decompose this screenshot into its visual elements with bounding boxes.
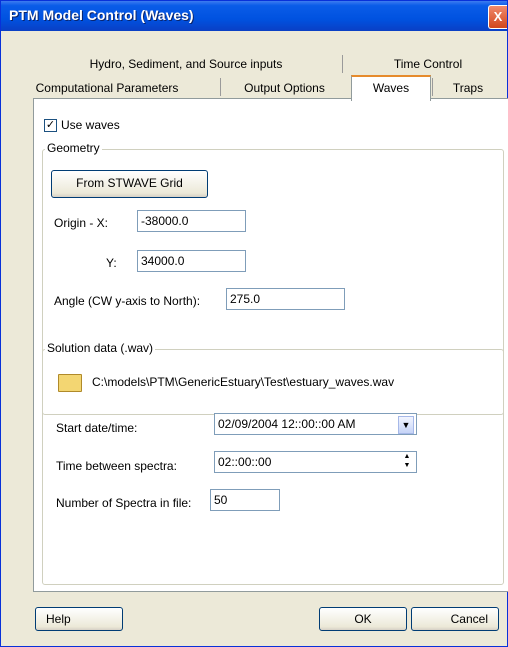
tab-traps[interactable]: Traps <box>439 78 497 98</box>
origin-y-label: Y: <box>106 256 117 270</box>
help-button[interactable]: Help <box>35 607 123 631</box>
waves-tab-page: ✓ Use waves Geometry From STWAVE Grid Or… <box>33 98 508 592</box>
tab-divider <box>342 55 343 73</box>
number-of-spectra-label: Number of Spectra in file: <box>56 496 192 510</box>
origin-x-label: Origin - X: <box>54 216 109 230</box>
tab-divider <box>432 78 433 96</box>
use-waves-label: Use waves <box>61 118 120 132</box>
tab-computational-parameters[interactable]: Computational Parameters <box>9 78 205 98</box>
cancel-button[interactable]: Cancel <box>411 607 499 631</box>
geometry-group-title: Geometry <box>45 141 102 155</box>
number-of-spectra-input[interactable]: 50 <box>210 489 280 511</box>
time-between-spectra-label: Time between spectra: <box>56 459 177 473</box>
folder-icon[interactable] <box>58 374 82 392</box>
angle-label: Angle (CW y-axis to North): <box>54 294 201 308</box>
start-datetime-label: Start date/time: <box>56 421 138 435</box>
title-bar[interactable]: PTM Model Control (Waves) X <box>1 1 507 31</box>
tab-time-control[interactable]: Time Control <box>353 54 503 74</box>
time-between-spectra-spinner[interactable]: 02::00::00 ▲ ▼ <box>214 451 417 473</box>
from-stwave-grid-button[interactable]: From STWAVE Grid <box>51 170 208 198</box>
use-waves-checkbox[interactable]: ✓ <box>44 119 57 132</box>
ptm-model-control-window: PTM Model Control (Waves) X Hydro, Sedim… <box>0 0 508 647</box>
window-title: PTM Model Control (Waves) <box>9 7 194 23</box>
solution-data-group-title: Solution data (.wav) <box>45 341 156 355</box>
close-button[interactable]: X <box>488 5 507 29</box>
tab-output-options[interactable]: Output Options <box>227 78 342 98</box>
tab-waves[interactable]: Waves <box>351 75 431 101</box>
chevron-down-icon[interactable]: ▼ <box>398 416 414 434</box>
ok-button[interactable]: OK <box>319 607 407 631</box>
wav-file-path: C:\models\PTM\GenericEstuary\Test\estuar… <box>92 375 395 389</box>
spin-up-icon[interactable]: ▲ <box>400 453 414 461</box>
tab-divider <box>220 78 221 96</box>
start-datetime-picker[interactable]: 02/09/2004 12::00::00 AM ▼ <box>214 413 417 435</box>
checkmark-icon: ✓ <box>45 119 56 131</box>
spin-down-icon[interactable]: ▼ <box>400 462 414 470</box>
tab-hydro-sediment-source[interactable]: Hydro, Sediment, and Source inputs <box>61 54 311 74</box>
origin-x-input[interactable]: -38000.0 <box>137 210 246 232</box>
origin-y-input[interactable]: 34000.0 <box>137 250 246 272</box>
angle-input[interactable]: 275.0 <box>226 288 345 310</box>
close-icon: X <box>493 9 503 24</box>
